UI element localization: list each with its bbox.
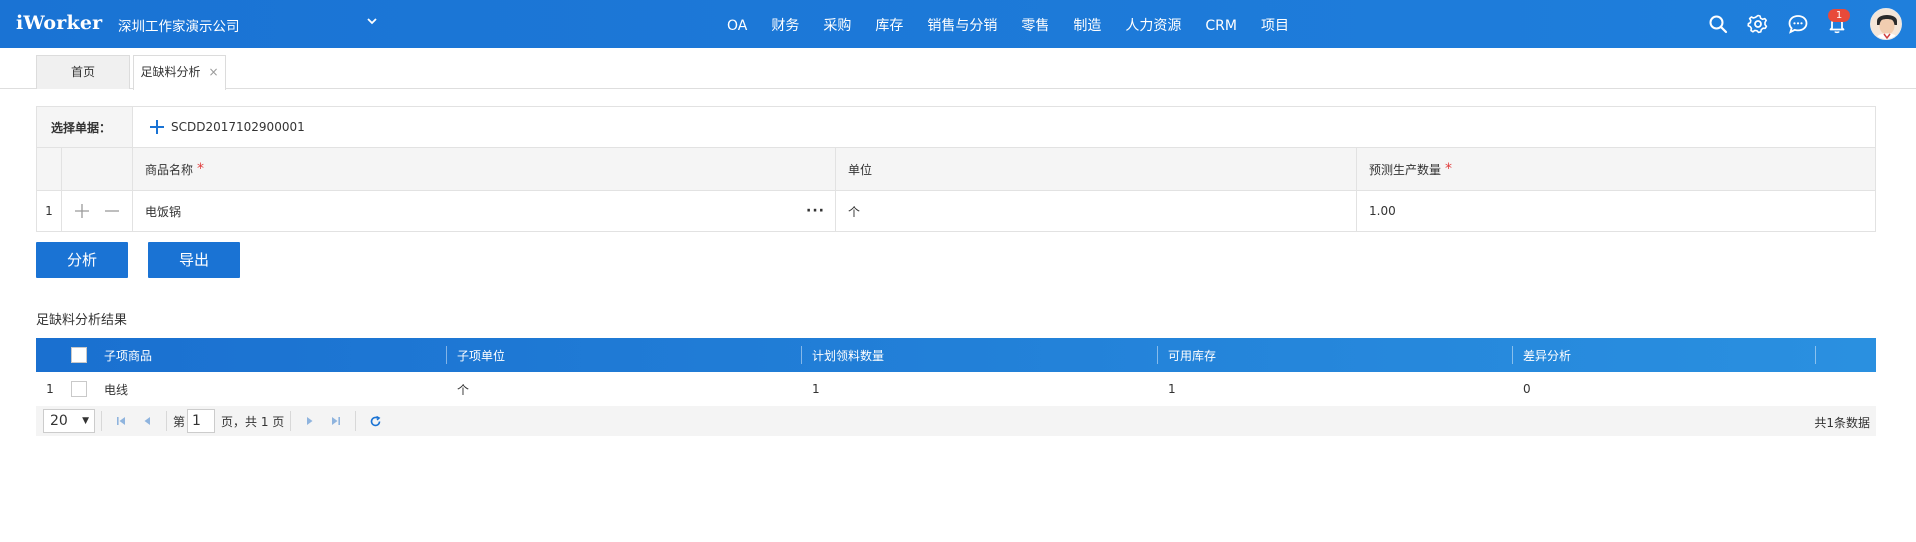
select-all-checkbox[interactable] (71, 347, 87, 363)
row-index: 1 (37, 191, 62, 231)
nav-item-finance[interactable]: 财务 (759, 0, 811, 48)
tab-shortage-analysis[interactable]: 足缺料分析 × (133, 55, 226, 90)
nav-item-hr[interactable]: 人力资源 (1113, 0, 1193, 48)
page-prefix: 第 (173, 414, 186, 429)
row-ops (62, 191, 133, 231)
row-number: 1 (46, 382, 54, 396)
unit-field[interactable]: 个 (836, 191, 1357, 231)
chat-icon[interactable] (1787, 13, 1809, 35)
cell-available-stock: 1 (1168, 382, 1176, 396)
row-checkbox[interactable] (71, 381, 87, 397)
nav-item-manufacturing[interactable]: 制造 (1061, 0, 1113, 48)
company-name[interactable]: 深圳工作家演示公司 (118, 15, 240, 35)
tab-home-label: 首页 (70, 65, 95, 79)
nav-item-retail[interactable]: 零售 (1009, 0, 1061, 48)
row-checkbox-cell (64, 372, 94, 406)
header-unit-label: 单位 (848, 162, 873, 177)
cell-child-item: 电线 (104, 382, 129, 397)
prev-page-icon[interactable] (138, 412, 156, 430)
chevron-down-icon[interactable] (365, 14, 379, 28)
header-product-name: 商品名称 * (133, 148, 836, 190)
forecast-qty-value: 1.00 (1369, 204, 1396, 218)
select-order-label: 选择单据： (37, 107, 133, 147)
required-mark: * (1445, 161, 1453, 177)
nav-item-oa[interactable]: OA (715, 0, 759, 48)
pager-divider (101, 411, 102, 431)
form-data-row: 1 电饭锅 ··· 个 1.00 (37, 191, 1875, 231)
last-page-icon[interactable] (327, 412, 345, 430)
select-order-field[interactable]: SCDD2017102900001 (133, 107, 1875, 147)
nav-item-crm[interactable]: CRM (1193, 0, 1249, 48)
page-number-input[interactable]: 1 (187, 409, 216, 433)
gear-icon[interactable] (1747, 13, 1769, 35)
select-order-row: 选择单据： SCDD2017102900001 (37, 107, 1875, 148)
nav-item-sales[interactable]: 销售与分销 (915, 0, 1009, 48)
page-size-select[interactable]: 20 ▼ (43, 409, 95, 433)
column-header-child-item[interactable]: 子项商品 (94, 338, 447, 372)
refresh-icon[interactable] (366, 412, 384, 430)
pager-divider (355, 411, 357, 431)
column-header-difference[interactable]: 差异分析 (1513, 338, 1816, 372)
grid-header: 子项商品 子项单位 计划领料数量 可用库存 差异分析 (36, 338, 1876, 372)
product-name-value: 电饭锅 (145, 204, 182, 219)
header-ops-cell (62, 148, 133, 190)
tab-home[interactable]: 首页 (36, 55, 130, 89)
app-logo[interactable]: iWorker (16, 12, 102, 34)
nav-item-inventory[interactable]: 库存 (863, 0, 915, 48)
grid-header-filler (1816, 338, 1876, 372)
row-filler (1816, 372, 1876, 406)
result-section-title: 足缺料分析结果 (36, 313, 128, 328)
analyze-button[interactable]: 分析 (36, 242, 128, 278)
grid-header-index (36, 338, 64, 372)
product-name-field[interactable]: 电饭锅 ··· (133, 191, 836, 231)
main-nav: OA 财务 采购 库存 销售与分销 零售 制造 人力资源 CRM 项目 (715, 0, 1301, 48)
header-product-name-label: 商品名称 (145, 162, 194, 177)
order-number: SCDD2017102900001 (171, 120, 305, 134)
header-forecast-qty-label: 预测生产数量 (1369, 162, 1442, 177)
column-header-planned-qty[interactable]: 计划领料数量 (802, 338, 1158, 372)
export-button[interactable]: 导出 (148, 242, 240, 278)
more-icon[interactable]: ··· (806, 203, 825, 219)
page-suffix: 页，共 1 页 (221, 414, 285, 429)
cell-child-unit: 个 (457, 382, 470, 397)
page-size-value: 20 (50, 413, 68, 429)
forecast-qty-field[interactable]: 1.00 (1357, 191, 1875, 231)
tab-bar: 首页 足缺料分析 × (0, 48, 1916, 90)
pager-divider (166, 411, 167, 431)
remove-row-icon[interactable] (103, 202, 121, 220)
header-index-cell (37, 148, 62, 190)
close-icon[interactable]: × (208, 56, 218, 89)
avatar[interactable] (1870, 8, 1902, 40)
cell-difference: 0 (1523, 382, 1531, 396)
nav-item-purchase[interactable]: 采购 (811, 0, 863, 48)
column-header-available-stock[interactable]: 可用库存 (1158, 338, 1513, 372)
table-row[interactable]: 1 电线 个 1 1 0 (36, 372, 1876, 406)
form-header-row: 商品名称 * 单位 预测生产数量 * (37, 148, 1875, 191)
plus-icon[interactable] (149, 119, 165, 135)
tab-active-label: 足缺料分析 (140, 65, 201, 79)
user-avatar-icon (1871, 9, 1901, 39)
result-grid: 子项商品 子项单位 计划领料数量 可用库存 差异分析 1 电线 个 1 1 0 … (36, 338, 1876, 436)
search-icon[interactable] (1707, 13, 1729, 35)
pagination-bar: 20 ▼ 第 1 页，共 1 页 共1条数据 (36, 406, 1876, 436)
required-mark: * (197, 161, 205, 177)
cell-planned-qty: 1 (812, 382, 820, 396)
add-row-icon[interactable] (73, 202, 91, 220)
header-unit: 单位 (836, 148, 1357, 190)
grid-header-checkbox-cell (64, 338, 94, 372)
notification-badge: 1 (1828, 9, 1850, 22)
caret-down-icon: ▼ (82, 416, 89, 426)
column-header-child-unit[interactable]: 子项单位 (447, 338, 802, 372)
unit-value: 个 (848, 204, 861, 219)
total-count: 共1条数据 (1814, 416, 1870, 430)
next-page-icon[interactable] (301, 412, 319, 430)
top-bar: iWorker 深圳工作家演示公司 OA 财务 采购 库存 销售与分销 零售 制… (0, 0, 1916, 48)
pager-divider (290, 411, 292, 431)
order-form-table: 选择单据： SCDD2017102900001 商品名称 * 单位 预测生产数量 *… (36, 106, 1876, 232)
first-page-icon[interactable] (112, 412, 130, 430)
nav-item-project[interactable]: 项目 (1249, 0, 1301, 48)
header-forecast-qty: 预测生产数量 * (1357, 148, 1875, 190)
